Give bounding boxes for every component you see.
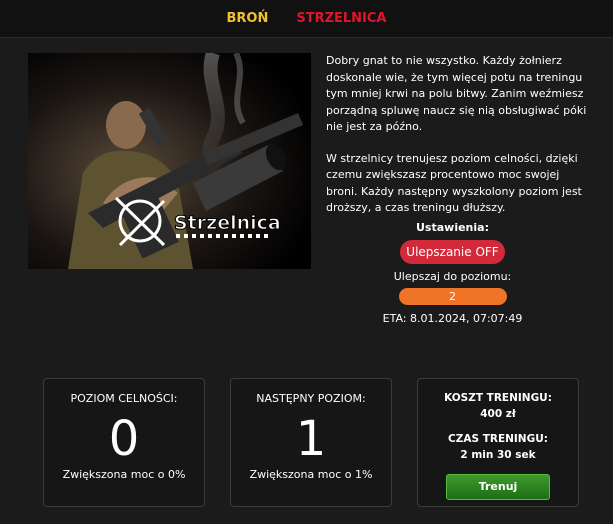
banner-logo-text: Strzelnica	[174, 212, 281, 234]
top-nav: BROŃ STRZELNICA	[0, 0, 613, 38]
eta-text: ETA: 8.01.2024, 07:07:49	[382, 312, 523, 325]
training-card: KOSZT TRENINGU: 400 zł CZAS TRENINGU: 2 …	[417, 378, 579, 507]
accuracy-level-value: 0	[108, 411, 140, 467]
description-paragraph-2: W strzelnicy trenujesz poziom celności, …	[326, 151, 582, 215]
settings-title: Ustawienia:	[416, 221, 489, 234]
tab-weapon[interactable]: BROŃ	[226, 11, 268, 26]
training-time-value: 2 min 30 sek	[460, 449, 536, 461]
upgrade-to-level-label: Ulepszaj do poziomu:	[393, 270, 512, 283]
training-cost-value: 400 zł	[480, 408, 516, 420]
tab-shooting-range[interactable]: STRZELNICA	[296, 11, 386, 26]
train-button[interactable]: Trenuj	[446, 474, 550, 500]
next-level-card: NASTĘPNY POZIOM: 1 Zwiększona moc o 1%	[230, 378, 392, 507]
training-time-label: CZAS TRENINGU:	[448, 433, 548, 445]
upgrade-toggle-button[interactable]: Ulepszanie OFF	[400, 240, 505, 264]
settings-panel: Ustawienia: Ulepszanie OFF Ulepszaj do p…	[380, 221, 525, 325]
next-level-bonus-text: Zwiększona moc o 1%	[249, 468, 373, 481]
accuracy-level-label: POZIOM CELNOŚCI:	[70, 392, 178, 405]
next-level-label: NASTĘPNY POZIOM:	[256, 392, 366, 405]
shooting-range-banner: Strzelnica	[28, 53, 311, 269]
description: Dobry gnat to nie wszystko. Każdy żołnie…	[326, 53, 588, 232]
accuracy-bonus-text: Zwiększona moc o 0%	[62, 468, 186, 481]
soldier-with-rifle-image: Strzelnica	[28, 53, 311, 269]
training-cost-label: KOSZT TRENINGU:	[444, 392, 552, 404]
description-paragraph-1: Dobry gnat to nie wszystko. Każdy żołnie…	[326, 54, 587, 133]
upgrade-level-select[interactable]: 2	[398, 288, 507, 305]
next-level-value: 1	[295, 411, 327, 467]
accuracy-level-card: POZIOM CELNOŚCI: 0 Zwiększona moc o 0%	[43, 378, 205, 507]
